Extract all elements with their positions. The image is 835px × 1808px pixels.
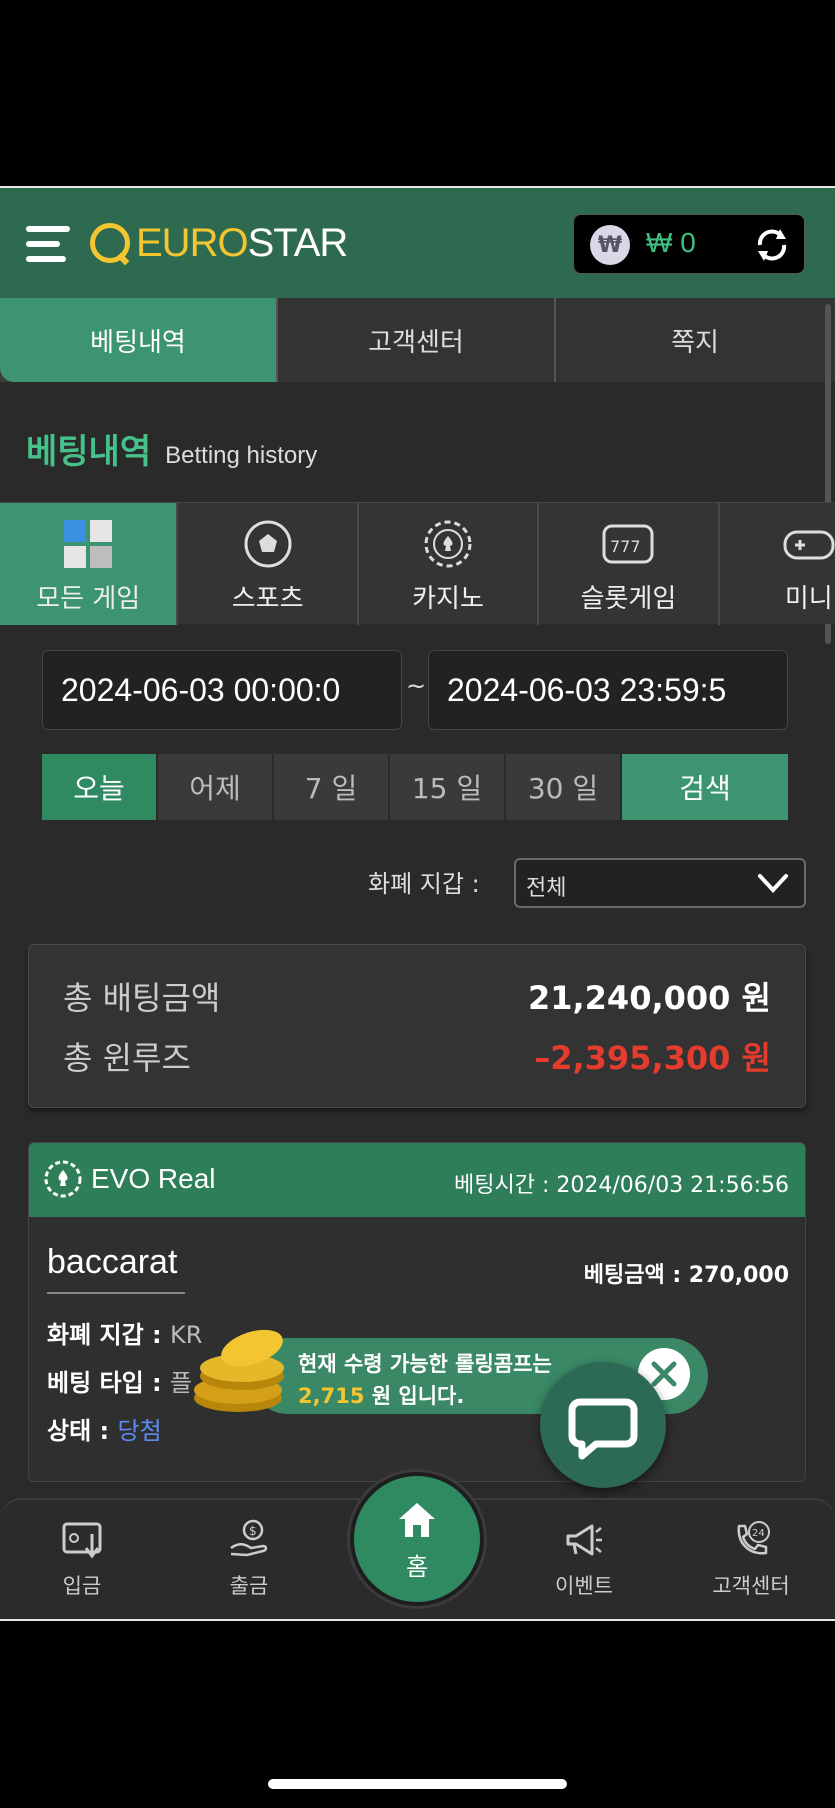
won-coin-icon: ₩ xyxy=(590,225,630,265)
rolling-comp-amount: 2,715 xyxy=(298,1384,365,1408)
category-all-games[interactable]: 모든 게임 xyxy=(0,503,179,625)
tab-betting-history[interactable]: 베팅내역 xyxy=(0,298,278,382)
svg-text:24: 24 xyxy=(752,1528,765,1539)
date-to-input[interactable]: 2024-06-03 23:59:5 xyxy=(428,650,788,730)
bet-currency-line: 화폐 지갑 : KR xyxy=(47,1321,203,1349)
nav-customer-center[interactable]: 24 고객센터 xyxy=(691,1518,811,1600)
support-24-icon: 24 xyxy=(737,1521,770,1555)
soccer-ball-icon xyxy=(244,520,292,568)
bet-status-line: 상태 : 당첨 xyxy=(47,1417,162,1445)
category-slots[interactable]: 777 슬롯게임 xyxy=(539,503,720,625)
nav-events[interactable]: 이벤트 xyxy=(524,1518,644,1600)
bet-card-header: EVO Real 베팅시간 : 2024/06/03 21:56:56 xyxy=(29,1143,805,1217)
header: EUROSTAR ₩ ₩ 0 xyxy=(0,188,835,298)
currency-wallet-label: 화폐 지갑 : xyxy=(368,870,480,898)
casino-chip-icon xyxy=(424,520,472,568)
app-frame: EUROSTAR ₩ ₩ 0 베팅내역 고객센터 쪽지 베팅내역 Betting… xyxy=(0,186,835,1621)
category-casino[interactable]: 카지노 xyxy=(359,503,540,625)
bet-amount: 베팅금액 : 270,000 xyxy=(583,1263,789,1288)
casino-chip-icon xyxy=(44,1160,82,1198)
search-button[interactable]: 검색 xyxy=(622,754,788,820)
megaphone-icon xyxy=(566,1524,602,1556)
tab-customer-center[interactable]: 고객센터 xyxy=(278,298,556,382)
date-from-input[interactable]: 2024-06-03 00:00:0 xyxy=(42,650,402,730)
withdraw-icon: $ xyxy=(230,1519,268,1557)
range-7days-button[interactable]: 7 일 xyxy=(274,754,390,820)
gold-coins-icon xyxy=(194,1329,284,1412)
chevron-down-icon xyxy=(758,874,788,893)
range-today-button[interactable]: 오늘 xyxy=(42,754,158,820)
svg-text:$: $ xyxy=(249,1524,257,1538)
svg-text:777: 777 xyxy=(610,537,641,556)
total-bet-amount: 21,240,000 원 xyxy=(527,979,771,1017)
category-mini[interactable]: 미니 xyxy=(720,503,835,625)
bet-game-name: EVO Real xyxy=(91,1163,216,1194)
menu-icon[interactable] xyxy=(26,222,74,266)
home-icon xyxy=(399,1502,435,1537)
status-badge: 당첨 xyxy=(117,1417,162,1445)
nav-home[interactable]: 홈 xyxy=(350,1472,484,1606)
bet-type-line: 베팅 타입 : 플 xyxy=(47,1369,193,1397)
range-30days-button[interactable]: 30 일 xyxy=(506,754,622,820)
bet-time: 베팅시간 : 2024/06/03 21:56:56 xyxy=(454,1173,789,1198)
nav-deposit[interactable]: 입금 xyxy=(22,1518,142,1600)
category-sports[interactable]: 스포츠 xyxy=(178,503,359,625)
page-title: 베팅내역 Betting history xyxy=(26,432,318,472)
wallet-balance[interactable]: ₩ ₩ 0 xyxy=(573,214,805,274)
wallet-amount: ₩ 0 xyxy=(646,227,696,258)
bet-record-card[interactable]: EVO Real 베팅시간 : 2024/06/03 21:56:56 bacc… xyxy=(28,1142,806,1482)
logo-mark-icon xyxy=(90,223,130,263)
currency-wallet-value: 전체 xyxy=(526,876,567,901)
currency-wallet-select[interactable]: 전체 xyxy=(514,858,806,908)
gamepad-icon xyxy=(783,530,835,560)
slot-machine-icon: 777 xyxy=(602,524,654,564)
total-bet-row: 총 배팅금액 21,240,000 원 xyxy=(63,973,771,1019)
total-winloss-row: 총 윈루즈 –2,395,300 원 xyxy=(63,1033,771,1079)
all-games-icon xyxy=(64,520,113,568)
top-tabs: 베팅내역 고객센터 쪽지 xyxy=(0,298,835,382)
date-separator: ~ xyxy=(406,672,427,700)
total-winloss-amount: –2,395,300 원 xyxy=(534,1039,771,1077)
range-yesterday-button[interactable]: 어제 xyxy=(158,754,274,820)
logo[interactable]: EUROSTAR xyxy=(90,220,348,266)
category-tabs: 모든 게임 스포츠 카지노 777 슬롯게임 미니 xyxy=(0,502,835,625)
date-range-buttons: 오늘 어제 7 일 15 일 30 일 검색 xyxy=(42,754,788,820)
chat-bubble-icon xyxy=(568,1398,638,1460)
bet-game-title: baccarat xyxy=(47,1243,185,1294)
nav-withdraw[interactable]: $ 출금 xyxy=(189,1518,309,1600)
refresh-icon[interactable] xyxy=(752,225,792,265)
deposit-icon xyxy=(62,1522,102,1559)
live-chat-button[interactable] xyxy=(540,1362,666,1488)
home-indicator[interactable] xyxy=(268,1779,567,1789)
tab-messages[interactable]: 쪽지 xyxy=(556,298,834,382)
range-15days-button[interactable]: 15 일 xyxy=(390,754,506,820)
betting-summary: 총 배팅금액 21,240,000 원 총 윈루즈 –2,395,300 원 xyxy=(28,944,806,1108)
logo-text: EUROSTAR xyxy=(136,220,348,265)
